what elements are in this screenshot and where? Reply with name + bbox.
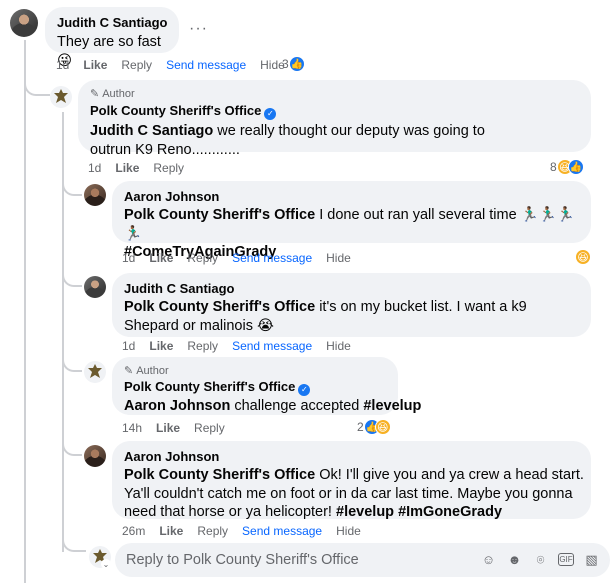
thread-connector bbox=[62, 180, 82, 196]
sticker-icon[interactable]: ▧ bbox=[583, 551, 600, 568]
like-button[interactable]: Like bbox=[149, 251, 173, 265]
commenter-name[interactable]: Polk County Sheriff's Office bbox=[90, 103, 261, 118]
comment-text: challenge accepted bbox=[230, 398, 364, 414]
hide-button[interactable]: Hide bbox=[326, 251, 351, 265]
author-badge: ✎ Author bbox=[90, 88, 135, 100]
avatar[interactable] bbox=[84, 184, 106, 206]
comment-bubble: ✎ Author Polk County Sheriff's Office ✓ Ju… bbox=[78, 80, 591, 158]
commenter-name[interactable]: Judith C Santiago bbox=[124, 281, 579, 297]
reply-button[interactable]: Reply bbox=[187, 339, 218, 353]
pencil-icon: ✎ bbox=[124, 365, 134, 377]
reaction-summary[interactable]: 2 👍 😆 bbox=[357, 419, 391, 435]
send-message-link[interactable]: Send message bbox=[166, 58, 246, 72]
emoji: 😭 bbox=[257, 317, 274, 334]
like-reaction-icon: 👍 bbox=[288, 56, 305, 72]
reply-button[interactable]: Reply bbox=[194, 421, 225, 435]
sheriff-avatar[interactable] bbox=[50, 86, 72, 108]
mention-link[interactable]: Polk County Sheriff's Office bbox=[124, 299, 315, 315]
reaction-count: 2 bbox=[357, 420, 364, 434]
thread-line-sub bbox=[62, 112, 64, 552]
comment-bubble: Judith C Santiago Polk County Sheriff's … bbox=[112, 273, 591, 337]
reaction-summary[interactable]: 8 😆 👍 bbox=[550, 159, 584, 175]
more-options-icon[interactable]: ··· bbox=[189, 20, 208, 38]
like-button[interactable]: Like bbox=[159, 524, 183, 538]
reply-button[interactable]: Reply bbox=[121, 58, 152, 72]
comment-time[interactable]: 1d bbox=[88, 161, 101, 175]
reply-box: ☺ ☻ ⌾ GIF ▧ bbox=[115, 543, 610, 577]
thread-connector bbox=[62, 440, 82, 456]
comment-time[interactable]: 1d bbox=[56, 58, 69, 72]
verified-icon: ✓ bbox=[264, 108, 277, 120]
reply-button[interactable]: Reply bbox=[153, 161, 184, 175]
like-button[interactable]: Like bbox=[83, 58, 107, 72]
hide-button[interactable]: Hide bbox=[326, 339, 351, 353]
chevron-down-icon[interactable]: ⌄ bbox=[101, 559, 111, 569]
hide-button[interactable]: Hide bbox=[336, 524, 361, 538]
like-button[interactable]: Like bbox=[156, 421, 180, 435]
comment-bubble: ✎ Author Polk County Sheriff's Office ✓ Aa… bbox=[112, 357, 421, 415]
send-message-link[interactable]: Send message bbox=[232, 251, 312, 265]
camera-icon[interactable]: ⌾ bbox=[532, 551, 549, 568]
reply-input[interactable] bbox=[126, 552, 486, 568]
thread-connector bbox=[62, 356, 82, 372]
mention-link[interactable]: Polk County Sheriff's Office bbox=[124, 207, 315, 223]
comment-bubble: Aaron Johnson Polk County Sheriff's Offi… bbox=[112, 181, 591, 260]
verified-icon: ✓ bbox=[298, 384, 311, 396]
hashtag-link[interactable]: #ImGoneGrady bbox=[398, 504, 502, 520]
commenter-name[interactable]: Judith C Santiago bbox=[57, 15, 168, 31]
avatar[interactable] bbox=[84, 276, 106, 298]
badge-icon bbox=[54, 89, 68, 103]
comment-bubble: Aaron Johnson Polk County Sheriff's Offi… bbox=[112, 441, 591, 520]
reply-button[interactable]: Reply bbox=[197, 524, 228, 538]
comment-time[interactable]: 14h bbox=[122, 421, 142, 435]
like-reaction-icon: 👍 bbox=[567, 159, 584, 175]
commenter-name[interactable]: Aaron Johnson bbox=[124, 449, 579, 465]
gif-icon[interactable]: GIF bbox=[558, 553, 574, 566]
reaction-summary[interactable]: 😆 bbox=[575, 249, 591, 265]
send-message-link[interactable]: Send message bbox=[242, 524, 322, 538]
mention-link[interactable]: Aaron Johnson bbox=[124, 398, 230, 414]
comment-time[interactable]: 1d bbox=[122, 339, 135, 353]
reaction-summary[interactable]: 3 👍 bbox=[282, 56, 305, 72]
mention-link[interactable]: Judith C Santiago bbox=[90, 123, 213, 139]
thread-connector bbox=[24, 80, 50, 96]
reaction-count: 3 bbox=[282, 57, 289, 71]
thread-connector bbox=[62, 536, 86, 552]
comment-text: They are so fast bbox=[57, 34, 161, 50]
reaction-count: 8 bbox=[550, 160, 557, 174]
emoji-icon[interactable]: ☻ bbox=[506, 551, 523, 568]
pencil-icon: ✎ bbox=[90, 88, 100, 100]
mention-link[interactable]: Polk County Sheriff's Office bbox=[124, 467, 315, 483]
commenter-name[interactable]: Polk County Sheriff's Office bbox=[124, 379, 295, 394]
avatar[interactable] bbox=[10, 9, 38, 37]
sheriff-avatar[interactable] bbox=[84, 361, 106, 383]
comment-time[interactable]: 1d bbox=[122, 251, 135, 265]
avatar-sticker-icon[interactable]: ☺ bbox=[480, 551, 497, 568]
comment-bubble: Judith C Santiago They are so fast 😜 bbox=[45, 7, 179, 69]
avatar[interactable] bbox=[84, 445, 106, 467]
comment-time[interactable]: 26m bbox=[122, 524, 145, 538]
commenter-name[interactable]: Aaron Johnson bbox=[124, 189, 579, 205]
badge-icon bbox=[88, 364, 102, 378]
thread-line-main bbox=[24, 40, 26, 583]
haha-reaction-icon: 😆 bbox=[374, 419, 391, 435]
like-button[interactable]: Like bbox=[149, 339, 173, 353]
hashtag-link[interactable]: #levelup bbox=[363, 398, 421, 414]
haha-reaction-icon: 😆 bbox=[575, 249, 591, 265]
thread-connector bbox=[62, 271, 82, 287]
send-message-link[interactable]: Send message bbox=[232, 339, 312, 353]
author-badge: ✎ Author bbox=[124, 365, 169, 377]
reply-button[interactable]: Reply bbox=[187, 251, 218, 265]
hashtag-link[interactable]: #levelup bbox=[336, 504, 394, 520]
like-button[interactable]: Like bbox=[115, 161, 139, 175]
